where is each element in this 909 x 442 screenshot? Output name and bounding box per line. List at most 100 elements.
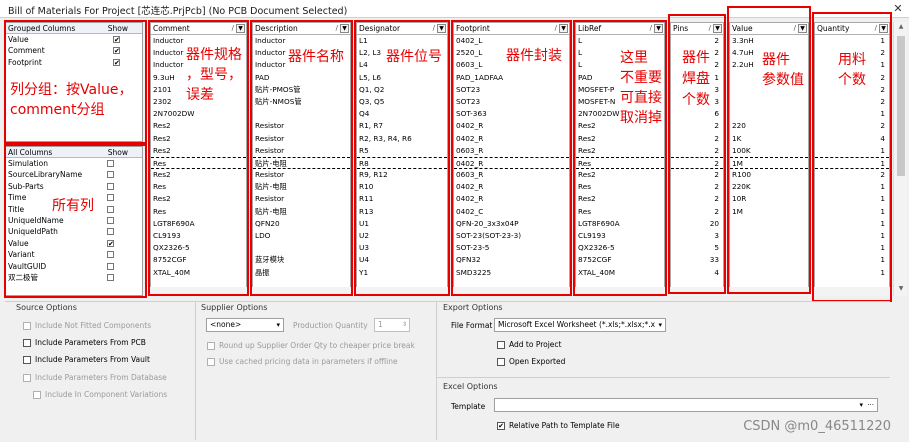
column-header-value[interactable]: Value / ▼ [730, 23, 808, 35]
table-cell[interactable]: 2 [671, 169, 723, 181]
table-cell[interactable]: 晶振 [253, 267, 350, 279]
table-cell[interactable]: Resistor [253, 169, 350, 181]
table-cell[interactable]: 贴片-PMOS管 [253, 84, 350, 96]
table-cell[interactable]: 220 [730, 120, 808, 132]
table-cell[interactable]: XTAL_40M [576, 267, 664, 279]
table-cell[interactable]: 220K [730, 181, 808, 193]
table-cell[interactable]: SOT-363 [454, 108, 569, 120]
table-cell[interactable]: 2 [671, 145, 723, 157]
source-option-checkbox[interactable]: Include Parameters From Database [23, 373, 167, 382]
table-cell[interactable]: QFN-20_3x3x04P [454, 218, 569, 230]
all-column-item[interactable]: UniqueIdName [6, 215, 142, 226]
table-cell[interactable]: 2 [671, 206, 723, 218]
table-cell[interactable]: R13 [357, 206, 447, 218]
table-cell[interactable]: 1 [815, 242, 889, 254]
table-cell[interactable]: R8 [357, 156, 447, 170]
column-header-designator[interactable]: Designator / ▼ [357, 23, 447, 35]
table-cell[interactable]: Res2 [576, 145, 664, 157]
table-cell[interactable]: Res2 [576, 169, 664, 181]
filter-dropdown-icon[interactable]: ▼ [340, 24, 349, 33]
table-cell[interactable]: 贴片-电阻 [253, 156, 350, 170]
table-cell[interactable]: 0402_R [454, 133, 569, 145]
table-cell[interactable]: SOT23 [454, 84, 569, 96]
close-icon[interactable]: ✕ [891, 2, 905, 16]
show-checkbox[interactable]: ✔ [113, 36, 120, 44]
sort-icon[interactable]: / [433, 24, 435, 32]
filter-dropdown-icon[interactable]: ▼ [437, 24, 446, 33]
round-up-checkbox[interactable]: Round up Supplier Order Qty to cheaper p… [207, 341, 415, 350]
table-cell[interactable]: R100 [730, 169, 808, 181]
show-checkbox[interactable] [107, 251, 114, 259]
table-cell[interactable]: 2 [815, 120, 889, 132]
table-cell[interactable]: 0402_L [454, 35, 569, 47]
table-cell[interactable]: 2N7002DW [151, 108, 246, 120]
table-cell[interactable] [730, 108, 808, 120]
open-exported-checkbox[interactable]: Open Exported [497, 357, 565, 366]
table-cell[interactable]: Res2 [151, 193, 246, 205]
all-column-item[interactable]: UniqueIdPath [6, 226, 142, 237]
table-cell[interactable]: 1 [815, 156, 889, 170]
show-checkbox[interactable] [107, 216, 114, 224]
table-cell[interactable]: U4 [357, 254, 447, 266]
column-header-footprint[interactable]: Footprint / ▼ [454, 23, 569, 35]
source-option-checkbox[interactable]: Include In Component Variations [33, 390, 167, 399]
sort-icon[interactable]: / [650, 24, 652, 32]
table-cell[interactable]: XTAL_40M [151, 267, 246, 279]
table-cell[interactable]: 蓝牙模块 [253, 254, 350, 266]
scroll-thumb[interactable] [897, 36, 905, 176]
column-header-pins[interactable]: Pins / ▼ [671, 23, 723, 35]
table-cell[interactable]: 2 [671, 35, 723, 47]
table-cell[interactable]: 1 [815, 254, 889, 266]
column-header-libref[interactable]: LibRef / ▼ [576, 23, 664, 35]
table-cell[interactable]: Res2 [151, 133, 246, 145]
table-cell[interactable]: LGT8F690A [151, 218, 246, 230]
table-cell[interactable]: 5 [671, 242, 723, 254]
sort-icon[interactable]: / [336, 24, 338, 32]
table-cell[interactable]: 1 [815, 267, 889, 279]
table-cell[interactable]: LDO [253, 230, 350, 242]
table-cell[interactable]: 0402_R [454, 120, 569, 132]
table-cell[interactable]: 1 [815, 193, 889, 205]
table-cell[interactable]: 1 [815, 218, 889, 230]
table-cell[interactable]: CL9193 [576, 230, 664, 242]
filter-dropdown-icon[interactable]: ▼ [236, 24, 245, 33]
table-cell[interactable]: Q1, Q2 [357, 84, 447, 96]
table-cell[interactable]: R1, R7 [357, 120, 447, 132]
table-cell[interactable]: 100K [730, 145, 808, 157]
all-column-item[interactable]: Variant [6, 249, 142, 260]
table-cell[interactable]: 33 [671, 254, 723, 266]
table-cell[interactable]: Res2 [576, 193, 664, 205]
table-cell[interactable]: Resistor [253, 120, 350, 132]
table-cell[interactable]: 2 [671, 133, 723, 145]
show-checkbox[interactable]: ✔ [113, 47, 120, 55]
source-option-checkbox[interactable]: Include Parameters From PCB [23, 338, 146, 347]
table-cell[interactable]: 0603_R [454, 145, 569, 157]
table-cell[interactable]: 1M [730, 156, 808, 170]
all-column-item[interactable]: VaultGUID [6, 261, 142, 272]
table-cell[interactable]: 3.3nH [730, 35, 808, 47]
show-checkbox[interactable] [107, 228, 114, 236]
show-checkbox[interactable] [107, 194, 114, 202]
sort-icon[interactable]: / [794, 24, 796, 32]
table-cell[interactable] [253, 242, 350, 254]
table-cell[interactable]: 1 [815, 108, 889, 120]
table-cell[interactable]: Q3, Q5 [357, 96, 447, 108]
column-header-comment[interactable]: Comment / ▼ [151, 23, 246, 35]
table-cell[interactable]: Res [576, 156, 664, 170]
table-cell[interactable]: Res [576, 181, 664, 193]
table-cell[interactable]: 2 [671, 193, 723, 205]
table-cell[interactable]: R10 [357, 181, 447, 193]
table-cell[interactable]: QX2326-5 [576, 242, 664, 254]
file-format-select[interactable]: Microsoft Excel Worksheet (*.xls;*.xlsx;… [494, 318, 666, 332]
table-cell[interactable] [730, 254, 808, 266]
table-cell[interactable]: 0402_R [454, 156, 569, 170]
table-cell[interactable] [253, 108, 350, 120]
sort-icon[interactable]: / [555, 24, 557, 32]
table-cell[interactable]: Res2 [576, 133, 664, 145]
table-cell[interactable]: 1M [730, 206, 808, 218]
column-header-description[interactable]: Description / ▼ [253, 23, 350, 35]
grouped-column-item[interactable]: Footprint ✔ [6, 57, 142, 68]
table-cell[interactable]: 1 [815, 145, 889, 157]
table-cell[interactable]: Res [576, 206, 664, 218]
source-option-checkbox[interactable]: Include Not Fitted Components [23, 321, 151, 330]
